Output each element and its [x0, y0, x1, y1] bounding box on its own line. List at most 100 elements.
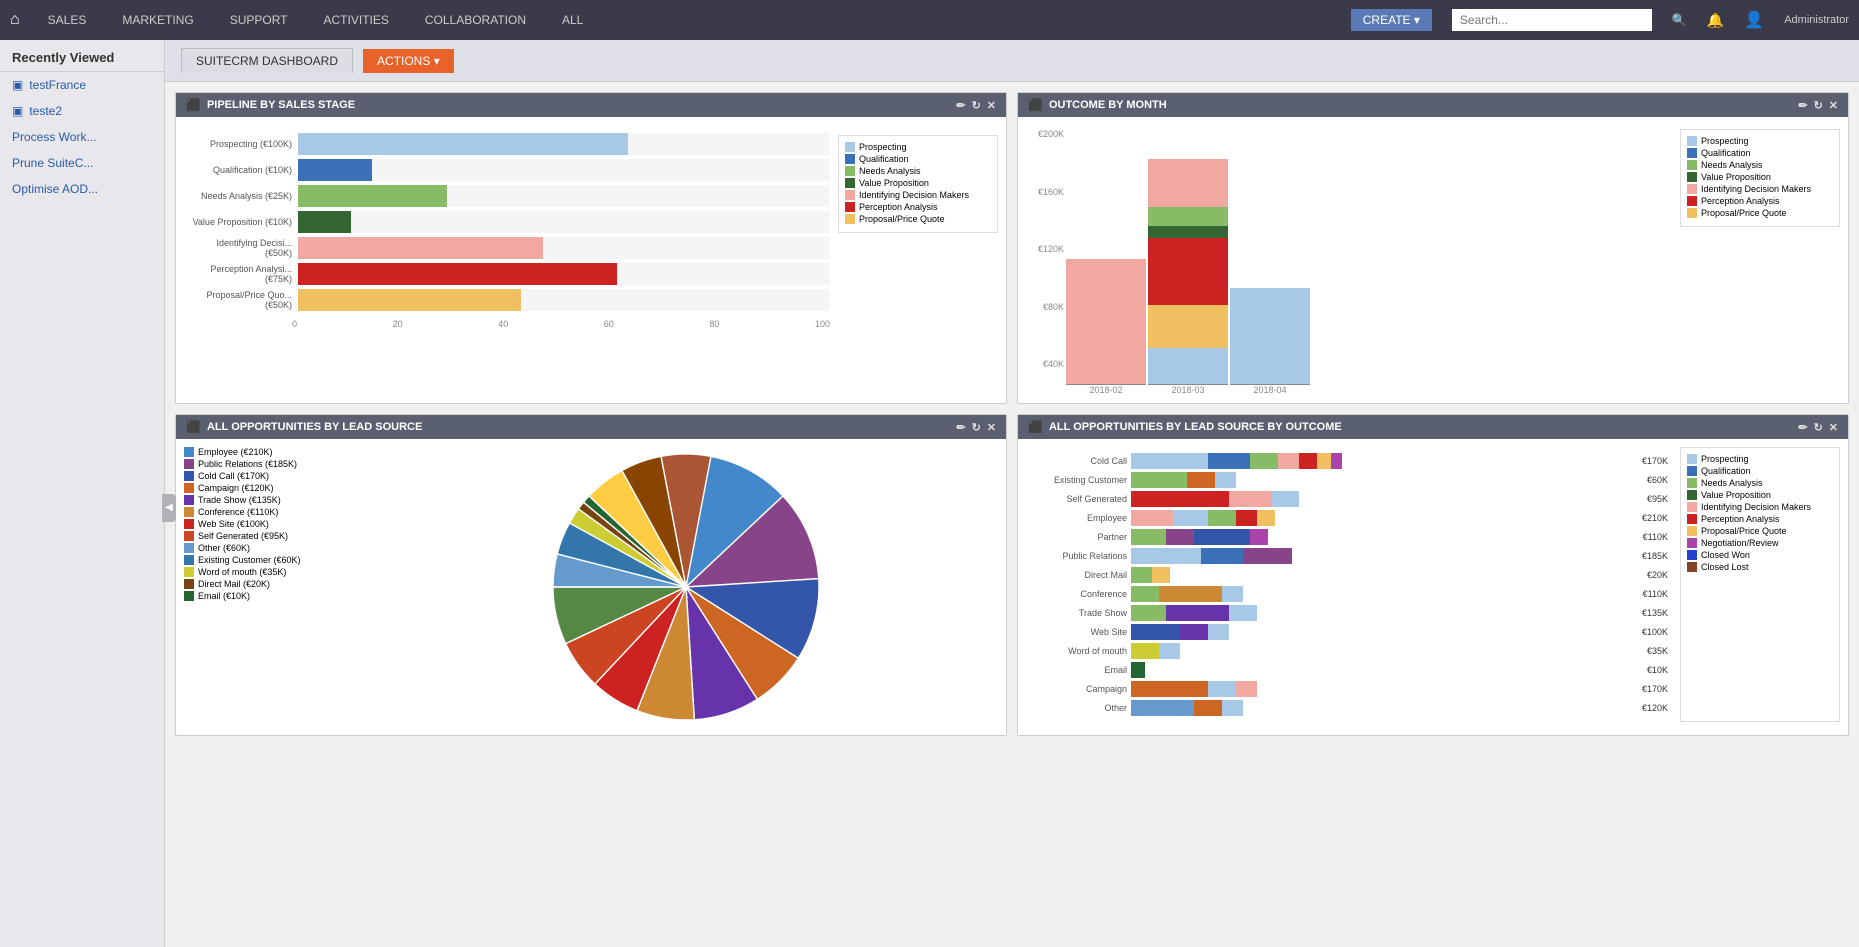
pipeline-row: Perception Analysi... (€75K)	[192, 263, 830, 285]
lead-source-chart-actions: ✏ ↻ ✕	[956, 421, 996, 434]
lso-edit-icon[interactable]: ✏	[1798, 421, 1807, 434]
pie-legend-item: Campaign (€120K)	[184, 483, 364, 493]
lso-bar-wrap	[1131, 529, 1635, 545]
user-label: Administrator	[1784, 14, 1849, 26]
lso-row-label: Conference	[1032, 589, 1127, 599]
nav-activities[interactable]: ACTIVITIES	[316, 13, 397, 27]
pie-legend-label: Campaign (€120K)	[198, 483, 274, 493]
nav-marketing[interactable]: MARKETING	[114, 13, 201, 27]
sidebar-item-teste2[interactable]: ▣ teste2	[0, 98, 164, 124]
lso-segment	[1201, 548, 1243, 564]
legend-label: Value Proposition	[1701, 172, 1771, 182]
sidebar-item-prune[interactable]: Prune SuiteC...	[0, 150, 164, 176]
actions-button[interactable]: ACTIONS ▾	[363, 49, 454, 73]
lso-segment	[1257, 510, 1275, 526]
lso-legend-item: Closed Won	[1687, 550, 1833, 560]
legend-label: Qualification	[859, 154, 909, 164]
lso-segment	[1159, 643, 1180, 659]
lead-source-refresh-icon[interactable]: ↻	[972, 421, 981, 434]
legend-item: Perception Analysis	[1687, 196, 1833, 206]
pie-legend-item: Word of mouth (€35K)	[184, 567, 364, 577]
lso-segment	[1131, 586, 1159, 602]
nav-support[interactable]: SUPPORT	[222, 13, 296, 27]
nav-all[interactable]: ALL	[554, 13, 591, 27]
pipeline-row: Identifying Decisi... (€50K)	[192, 237, 830, 259]
lso-segment	[1131, 453, 1208, 469]
lso-row-label: Direct Mail	[1032, 570, 1127, 580]
lso-segment	[1173, 510, 1208, 526]
lso-segment	[1166, 605, 1229, 621]
lso-segment	[1131, 624, 1180, 640]
lso-legend-item: Qualification	[1687, 466, 1833, 476]
lso-row: Partner €110K	[1032, 529, 1668, 545]
y-axis-label: €80K	[1026, 302, 1064, 312]
pie-legend-item: Cold Call (€170K)	[184, 471, 364, 481]
lso-segment	[1236, 510, 1257, 526]
legend-label: Identifying Decision Makers	[859, 190, 969, 200]
notification-icon[interactable]: 🔔	[1707, 12, 1724, 29]
create-button[interactable]: CREATE ▾	[1351, 9, 1432, 31]
pipeline-bar	[298, 159, 372, 181]
legend-item: Perception Analysis	[845, 202, 991, 212]
lso-row: Cold Call €170K	[1032, 453, 1668, 469]
user-icon[interactable]: 👤	[1744, 10, 1764, 30]
pie-legend-label: Word of mouth (€35K)	[198, 567, 286, 577]
pipeline-refresh-icon[interactable]: ↻	[972, 99, 981, 112]
outcome-edit-icon[interactable]: ✏	[1798, 99, 1807, 112]
lso-segment	[1243, 548, 1292, 564]
lso-row-label: Campaign	[1032, 684, 1127, 694]
sidebar-item-optimise[interactable]: Optimise AOD...	[0, 176, 164, 202]
pipeline-edit-icon[interactable]: ✏	[956, 99, 965, 112]
pie-legend-label: Public Relations (€185K)	[198, 459, 297, 469]
lead-source-outcome-chart-header: ⬛ ALL OPPORTUNITIES BY LEAD SOURCE BY OU…	[1018, 415, 1848, 439]
nav-sales[interactable]: SALES	[40, 13, 95, 27]
y-axis-label: €40K	[1026, 359, 1064, 369]
lso-segment	[1236, 681, 1257, 697]
dashboard-tab[interactable]: SUITECRM DASHBOARD	[181, 48, 353, 73]
lso-legend-label: Prospecting	[1701, 454, 1749, 464]
lso-value: €35K	[1647, 646, 1668, 656]
lead-source-chart-card: ⬛ ALL OPPORTUNITIES BY LEAD SOURCE ✏ ↻ ✕…	[175, 414, 1007, 736]
nav-collaboration[interactable]: COLLABORATION	[417, 13, 534, 27]
pipeline-row-label: Needs Analysis (€25K)	[192, 191, 292, 201]
lso-legend-label: Qualification	[1701, 466, 1751, 476]
lso-row-label: Public Relations	[1032, 551, 1127, 561]
sidebar-item-label: testFrance	[29, 78, 86, 92]
lso-legend-item: Proposal/Price Quote	[1687, 526, 1833, 536]
sidebar-collapse-button[interactable]: ◀	[162, 494, 176, 522]
pipeline-bar-wrap	[298, 185, 830, 207]
chart-icon: ⬛	[186, 98, 201, 112]
home-icon[interactable]: ⌂	[10, 11, 20, 29]
lso-segment	[1331, 453, 1342, 469]
sidebar-item-process[interactable]: Process Work...	[0, 124, 164, 150]
lead-source-edit-icon[interactable]: ✏	[956, 421, 965, 434]
sidebar-title: Recently Viewed	[0, 40, 164, 72]
lead-source-close-icon[interactable]: ✕	[987, 421, 996, 434]
outcome-segment	[1148, 159, 1228, 207]
outcome-segment	[1148, 305, 1228, 348]
lso-bar-wrap	[1131, 453, 1634, 469]
pie-legend-item: Email (€10K)	[184, 591, 364, 601]
lso-segment	[1131, 472, 1187, 488]
pie-legend-label: Employee (€210K)	[198, 447, 273, 457]
lso-segment	[1194, 529, 1250, 545]
lso-legend-label: Closed Won	[1701, 550, 1750, 560]
search-icon[interactable]: 🔍	[1672, 13, 1687, 27]
pipeline-row-label: Qualification (€10K)	[192, 165, 292, 175]
top-nav: ⌂ SALES MARKETING SUPPORT ACTIVITIES COL…	[0, 0, 1859, 40]
search-input[interactable]	[1452, 9, 1652, 31]
sidebar-item-testfrance[interactable]: ▣ testFrance	[0, 72, 164, 98]
lead-source-chart-title: ALL OPPORTUNITIES BY LEAD SOURCE	[207, 421, 950, 433]
lso-refresh-icon[interactable]: ↻	[1814, 421, 1823, 434]
legend-item: Qualification	[1687, 148, 1833, 158]
pie-legend-label: Other (€60K)	[198, 543, 250, 553]
pie-legend-label: Email (€10K)	[198, 591, 250, 601]
lso-close-icon[interactable]: ✕	[1829, 421, 1838, 434]
outcome-close-icon[interactable]: ✕	[1829, 99, 1838, 112]
outcome-column	[1230, 145, 1310, 385]
outcome-chart-body: €200K€160K€120K€80K€40K2018-022018-03201…	[1018, 117, 1848, 403]
lso-segment	[1222, 586, 1243, 602]
pipeline-row-label: Value Proposition (€10K)	[192, 217, 292, 227]
outcome-refresh-icon[interactable]: ↻	[1814, 99, 1823, 112]
pipeline-close-icon[interactable]: ✕	[987, 99, 996, 112]
